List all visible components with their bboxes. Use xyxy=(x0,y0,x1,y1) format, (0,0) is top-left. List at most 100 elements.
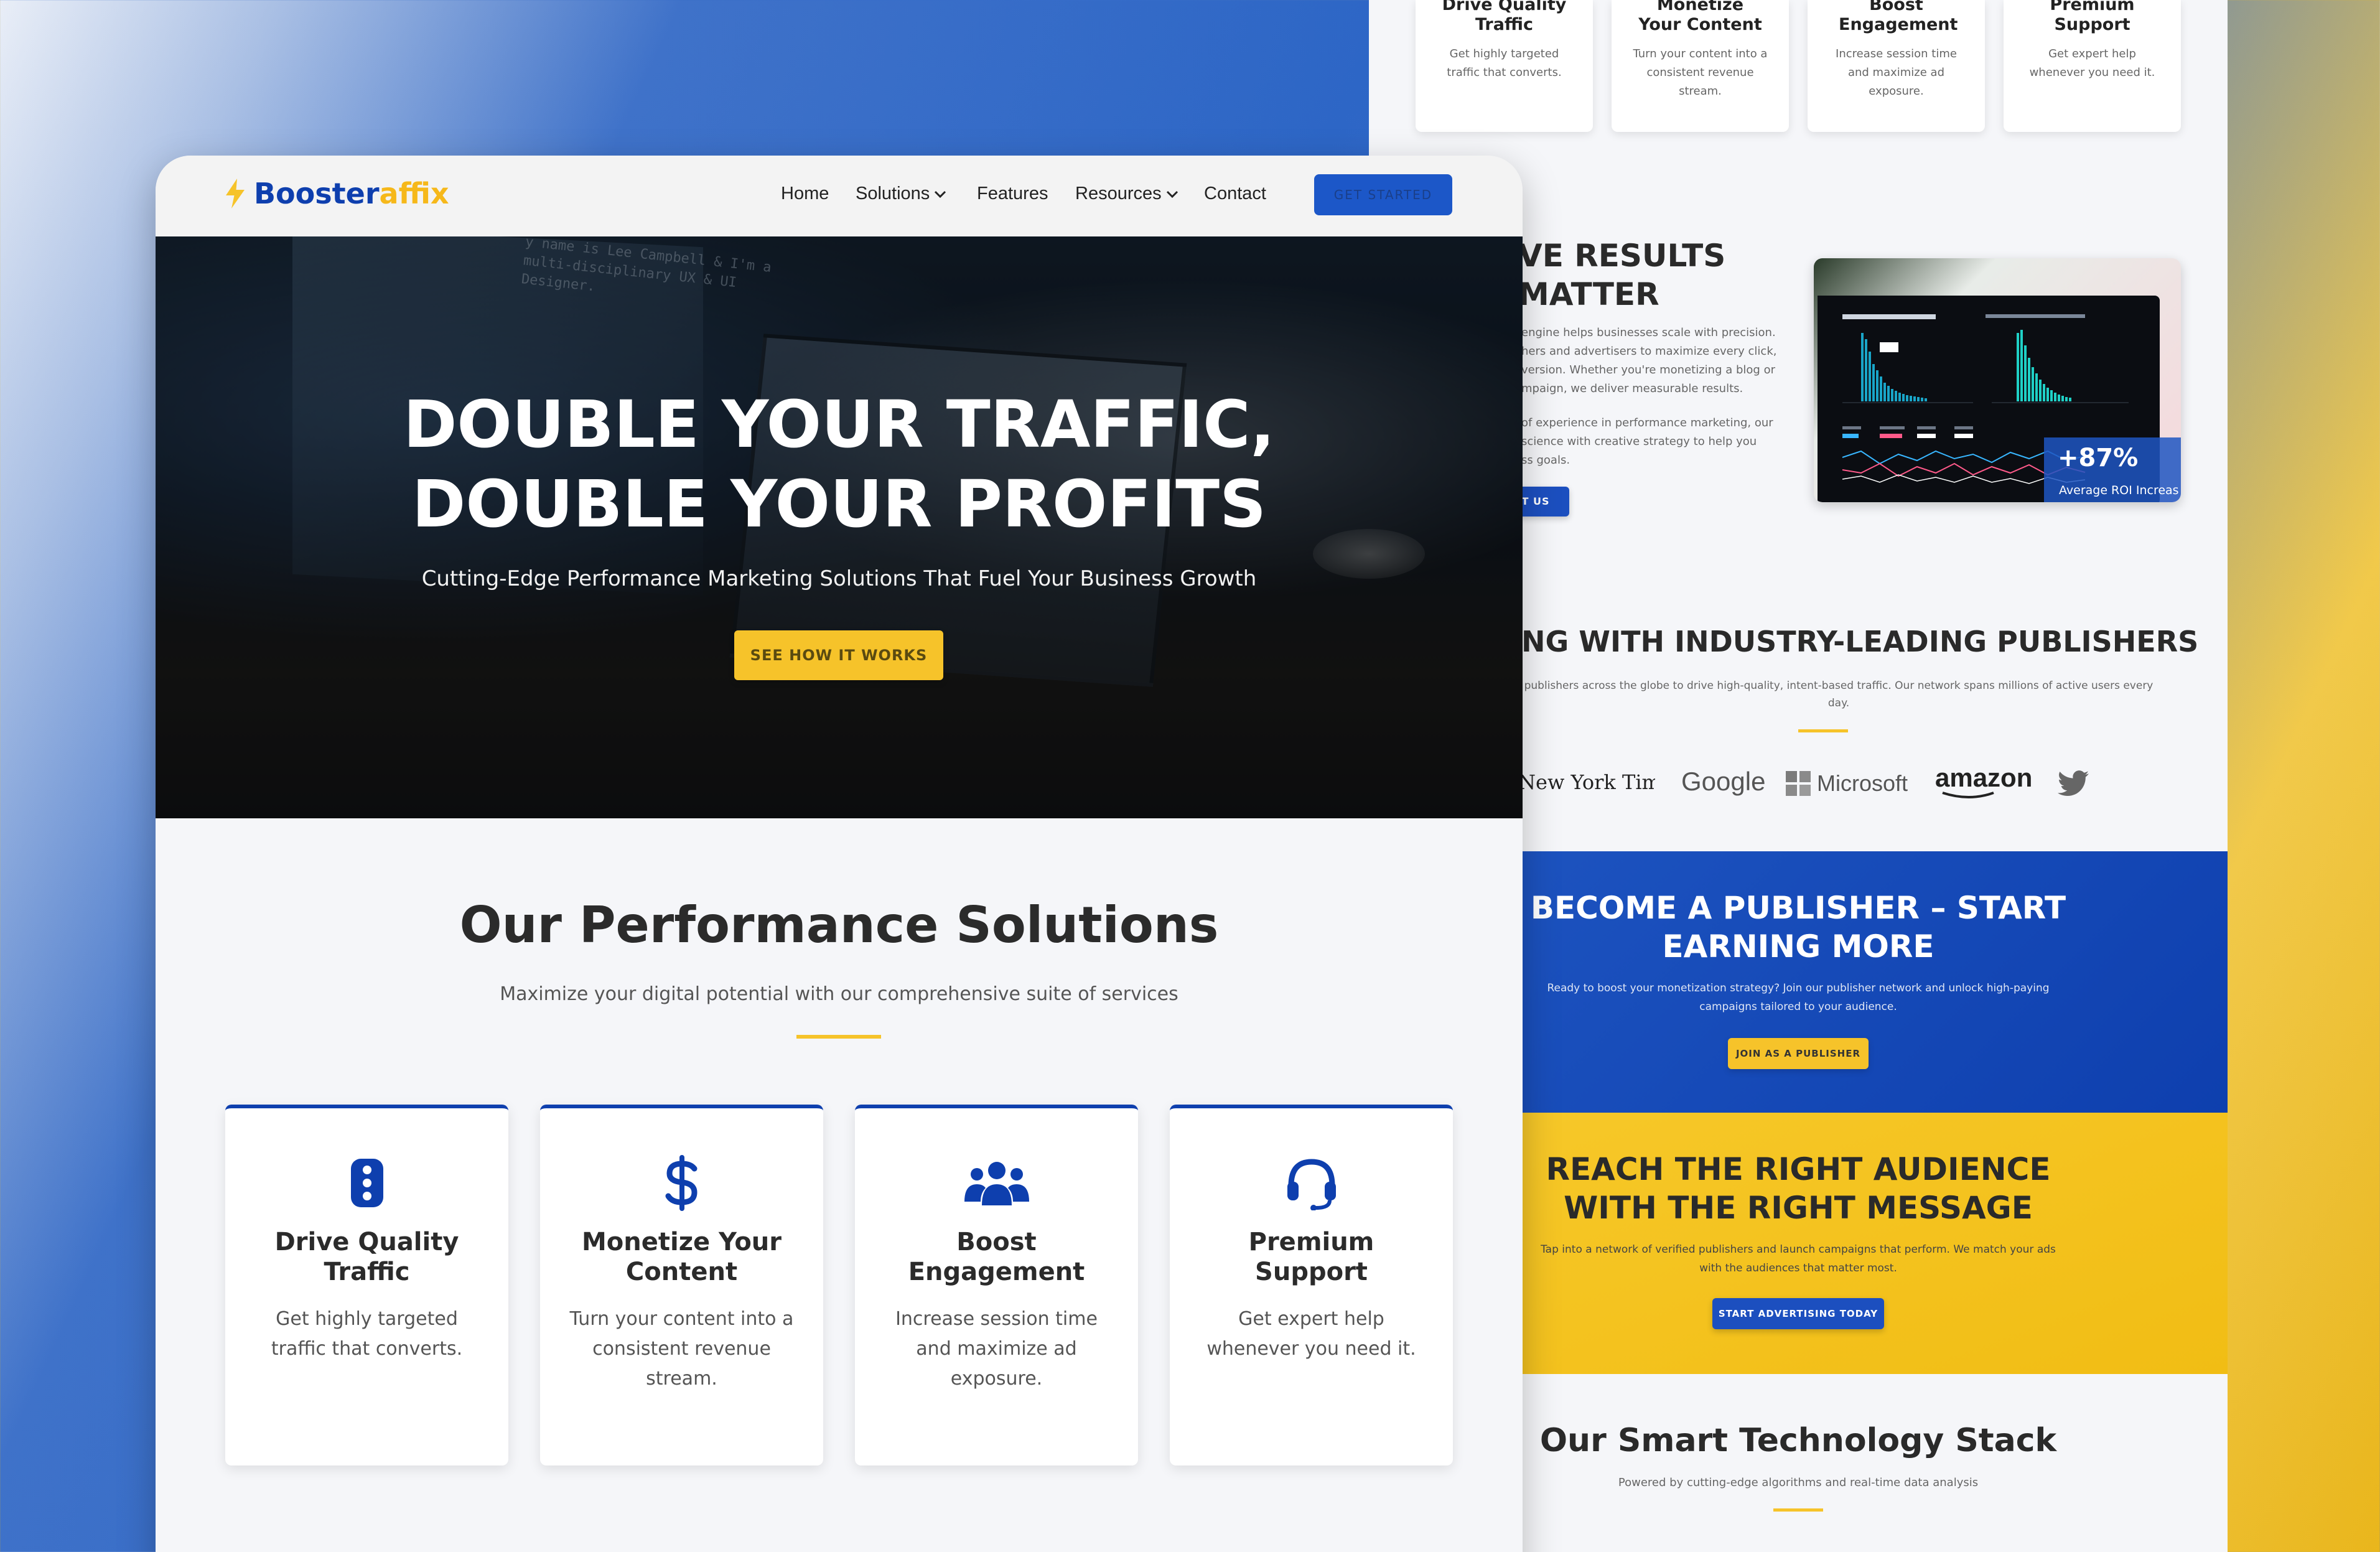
publishers-desc-line: publishers across the globe to drive hig… xyxy=(1524,680,2154,692)
results-text-line: of experience in performance marketing, … xyxy=(1521,416,1773,429)
section-divider xyxy=(1798,729,1848,732)
dollar-icon xyxy=(540,1155,823,1211)
nav-solutions[interactable]: Solutions xyxy=(856,184,947,204)
nav-resources[interactable]: Resources xyxy=(1075,184,1179,204)
mini-card-support[interactable]: Premium Support Get expert help whenever… xyxy=(2004,0,2181,132)
solution-card-monetize[interactable]: Monetize Your Content Turn your content i… xyxy=(540,1105,823,1466)
lightning-bolt-icon xyxy=(226,179,245,208)
solution-card-traffic[interactable]: Drive Quality Traffic Get highly targeted… xyxy=(225,1105,508,1466)
nav-solutions-label: Solutions xyxy=(856,184,930,203)
hero-subtitle: Cutting-Edge Performance Marketing Solut… xyxy=(421,566,1257,591)
card-title-line: Boost xyxy=(956,1228,1037,1256)
solution-card-title: Premium Support xyxy=(1170,1227,1453,1287)
analytics-dashboard-image: +87% Average ROI Increas xyxy=(1814,258,2181,502)
navbar: Booster affix Home Solutions Features Re… xyxy=(156,156,1523,236)
solution-card-desc: Turn your content into a consistent reven… xyxy=(540,1304,823,1394)
logo-microsoft: Microsoft xyxy=(1786,770,1908,797)
card-desc-line: Increase session time xyxy=(895,1308,1098,1330)
mini-card-title: Premium Support xyxy=(2050,0,2135,34)
card-desc-line: consistent revenue xyxy=(592,1338,771,1360)
solution-card-title: Drive Quality Traffic xyxy=(225,1227,508,1287)
hero-headline: DOUBLE YOUR TRAFFIC, DOUBLE YOUR PROFITS xyxy=(156,385,1523,544)
nav-features[interactable]: Features xyxy=(977,184,1048,204)
results-heading: VE RESULTS MATTER xyxy=(1518,236,1725,314)
card-title-line: Monetize Your xyxy=(581,1228,782,1256)
traffic-light-icon xyxy=(225,1155,508,1211)
mini-card-title: Drive Quality Traffic xyxy=(1442,0,1567,34)
nav-resources-label: Resources xyxy=(1075,184,1162,203)
mini-card-desc: Get expert help whenever you need it. xyxy=(2029,47,2155,79)
amazon-smile-icon xyxy=(1942,792,1994,798)
nav-home[interactable]: Home xyxy=(781,184,829,204)
card-desc-line: exposure. xyxy=(950,1368,1043,1390)
logo-amazon: amazon xyxy=(1935,763,2033,798)
solution-card-title: Boost Engagement xyxy=(855,1227,1138,1287)
publishers-desc-line: day. xyxy=(1827,697,1850,709)
card-desc-line: Get expert help xyxy=(1238,1308,1384,1330)
microsoft-wordmark: Microsoft xyxy=(1817,770,1908,796)
start-advertising-button[interactable]: START ADVERTISING TODAY xyxy=(1712,1298,1884,1329)
solution-card-desc: Get highly targeted traffic that converts… xyxy=(225,1304,508,1364)
mini-card-title: Monetize Your Content xyxy=(1638,0,1762,34)
card-title-line: Engagement xyxy=(908,1258,1085,1286)
results-text-line: science with creative strategy to help y… xyxy=(1521,435,1757,448)
card-desc-line: traffic that converts. xyxy=(271,1338,463,1360)
card-title-line: Content xyxy=(625,1258,738,1286)
card-title-line: Drive Quality xyxy=(274,1228,459,1256)
card-desc-line: Get highly targeted xyxy=(276,1308,458,1330)
chevron-down-icon xyxy=(935,190,946,198)
card-desc-line: Turn your content into a xyxy=(569,1308,794,1330)
roi-badge: +87% Average ROI Increas xyxy=(2044,437,2181,502)
roi-value: +87% xyxy=(2058,444,2139,472)
logo-text-affix: affix xyxy=(379,177,449,210)
card-desc-line: and maximize ad xyxy=(916,1338,1077,1360)
card-desc-line: stream. xyxy=(646,1368,717,1390)
logo-google: Google xyxy=(1681,767,1766,796)
results-paragraph-2: of experience in performance marketing, … xyxy=(1521,414,1783,470)
roi-label: Average ROI Increas xyxy=(2059,484,2179,497)
hero-section: y name is Lee Campbell & I'm a multi-dis… xyxy=(156,236,1523,818)
mini-card-engagement[interactable]: Boost Engagement Increase session time a… xyxy=(1808,0,1985,132)
results-text-line: ss goals. xyxy=(1521,454,1570,467)
microsoft-squares-icon xyxy=(1786,771,1811,796)
mini-card-desc: Increase session time and maximize ad ex… xyxy=(1836,47,1957,98)
card-title-line: Traffic xyxy=(324,1258,410,1286)
nav-contact[interactable]: Contact xyxy=(1204,184,1266,204)
results-text-line: engine helps businesses scale with preci… xyxy=(1521,326,1776,339)
solution-card-support[interactable]: Premium Support Get expert help whenever y… xyxy=(1170,1105,1453,1466)
publishers-heading: NG WITH INDUSTRY-LEADING PUBLISHERS xyxy=(1521,625,2199,658)
headset-icon xyxy=(1170,1155,1453,1211)
users-icon xyxy=(855,1155,1138,1211)
join-publisher-button[interactable]: JOIN AS A PUBLISHER xyxy=(1728,1038,1869,1069)
logo-new-york-times: New York Times xyxy=(1518,770,1655,794)
hero-headline-line2: DOUBLE YOUR PROFITS xyxy=(411,466,1267,542)
results-heading-line1: VE RESULTS xyxy=(1518,238,1726,274)
mini-card-traffic[interactable]: Drive Quality Traffic Get highly targete… xyxy=(1416,0,1593,132)
section-divider xyxy=(796,1035,881,1039)
solution-card-desc: Get expert help whenever you need it. xyxy=(1170,1304,1453,1364)
mini-card-desc: Turn your content into a consistent reve… xyxy=(1633,47,1768,98)
results-text-line: version. Whether you're monetizing a blo… xyxy=(1521,363,1775,376)
logo-text-booster: Booster xyxy=(254,177,380,210)
amazon-wordmark: amazon xyxy=(1935,763,2033,792)
front-page-mockup: Booster affix Home Solutions Features Re… xyxy=(156,156,1523,1552)
chevron-down-icon xyxy=(1166,190,1178,198)
brand-logo[interactable]: Booster affix xyxy=(224,177,449,210)
hero-headline-line1: DOUBLE YOUR TRAFFIC, xyxy=(403,386,1275,462)
solution-card-title: Monetize Your Content xyxy=(540,1227,823,1287)
results-paragraph-1: engine helps businesses scale with preci… xyxy=(1521,324,1783,398)
see-how-it-works-button[interactable]: SEE HOW IT WORKS xyxy=(734,630,943,680)
solution-card-desc: Increase session time and maximize ad expo… xyxy=(855,1304,1138,1394)
results-heading-line2: MATTER xyxy=(1518,276,1659,312)
solution-card-engagement[interactable]: Boost Engagement Increase session time and… xyxy=(855,1105,1138,1466)
mini-card-desc: Get highly targeted traffic that convert… xyxy=(1447,47,1562,79)
results-text-line: hers and advertisers to maximize every c… xyxy=(1521,345,1777,358)
solutions-heading: Our Performance Solutions xyxy=(459,896,1219,954)
get-started-button[interactable]: GET STARTED xyxy=(1314,174,1452,215)
solutions-subtitle: Maximize your digital potential with our… xyxy=(500,983,1178,1005)
publishers-description: publishers across the globe to drive hig… xyxy=(1521,677,2156,712)
mini-card-monetize[interactable]: Monetize Your Content Turn your content … xyxy=(1612,0,1789,132)
card-title-line: Support xyxy=(1255,1258,1368,1286)
card-desc-line: whenever you need it. xyxy=(1206,1338,1416,1360)
mini-card-title: Boost Engagement xyxy=(1839,0,1958,34)
